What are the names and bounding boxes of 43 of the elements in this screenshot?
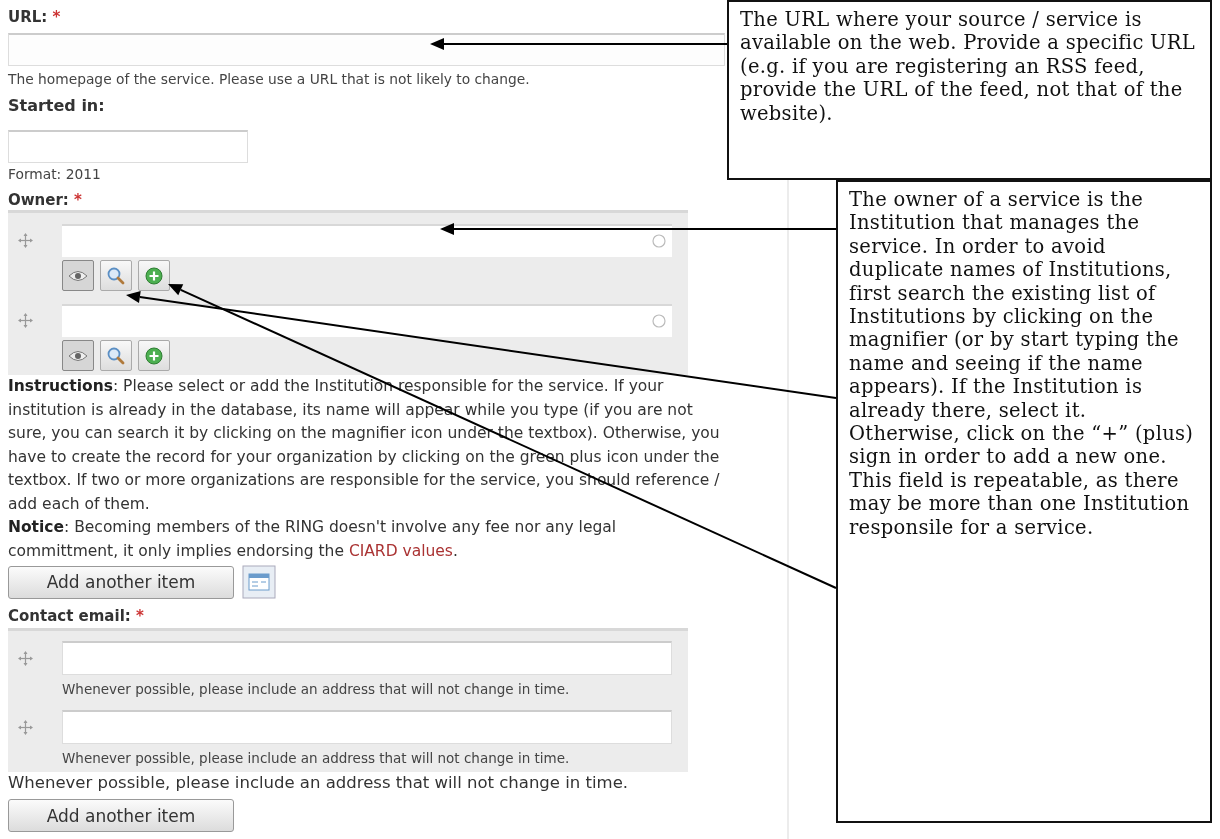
status-circle-icon <box>652 314 666 328</box>
add-button[interactable] <box>138 340 170 371</box>
drag-handle-icon[interactable] <box>18 313 33 328</box>
view-button[interactable] <box>62 260 94 291</box>
add-button[interactable] <box>138 260 170 291</box>
drag-handle-icon[interactable] <box>18 233 33 248</box>
ciard-values-link[interactable]: CIARD values <box>348 541 453 560</box>
status-circle-icon <box>652 234 666 248</box>
drag-handle-icon[interactable] <box>18 651 33 666</box>
email-input[interactable] <box>62 641 672 675</box>
search-icon <box>106 265 126 286</box>
window-icon[interactable] <box>242 565 276 599</box>
autocomplete-field[interactable] <box>62 304 672 337</box>
view-button[interactable] <box>62 340 94 371</box>
eye-icon <box>68 349 88 362</box>
callout-text: The URL where your source / service is available on the web. Provide a specific URL (e.g. if you are registering an RSS feed, provide the URL of the feed, not that of the website). <box>740 8 1197 126</box>
eye-icon <box>68 269 88 282</box>
drag-handle-icon[interactable] <box>18 720 33 735</box>
url-input[interactable] <box>8 33 725 66</box>
required-mark: * <box>52 8 61 26</box>
plus-circle-icon <box>145 346 163 365</box>
notice-text: Notice: Becoming members of the RING doesn't involve any fee nor any legal committment, it only implies endorsing the CIARD values. <box>8 517 618 562</box>
required-mark: * <box>136 607 144 625</box>
field-label: Started in: <box>8 95 105 117</box>
field-label: URL: <box>8 8 48 26</box>
required-mark: * <box>74 191 82 209</box>
search-button[interactable] <box>100 260 132 291</box>
field-description: Whenever possible, please include an address that will not change in time. <box>62 750 570 766</box>
field-description: Whenever possible, please include an address that will not change in time. <box>62 681 570 697</box>
email-input[interactable] <box>62 710 672 744</box>
field-label: Contact email: <box>8 607 131 625</box>
field-description: Format: 2011 <box>8 167 101 181</box>
add-item-button[interactable]: Add another item <box>8 799 234 832</box>
field-description: The homepage of the service. Please use a URL that is not likely to change. <box>8 72 530 86</box>
search-button[interactable] <box>100 340 132 371</box>
year-input[interactable] <box>8 130 248 163</box>
field-label: Owner: <box>8 191 69 209</box>
autocomplete-field[interactable] <box>62 224 672 257</box>
field-description: Whenever possible, please include an address that will not change in time. <box>8 773 629 793</box>
search-icon <box>106 345 126 366</box>
callout-text: The owner of a service is the Institution that manages the service. In order to avoid duplicate names of Institutions, first search the existing list of Institutions by clicking on the magnifier (or by start typing the name and seeing if the name appears). If the Institution is already there, select it. Otherwise, click on the “+” (plus) sign in order to add a new one. This field is repeatable, as there may be more than one Institution responsile for a service. <box>849 188 1195 540</box>
add-item-button[interactable]: Add another item <box>8 565 234 599</box>
plus-circle-icon <box>145 266 163 285</box>
